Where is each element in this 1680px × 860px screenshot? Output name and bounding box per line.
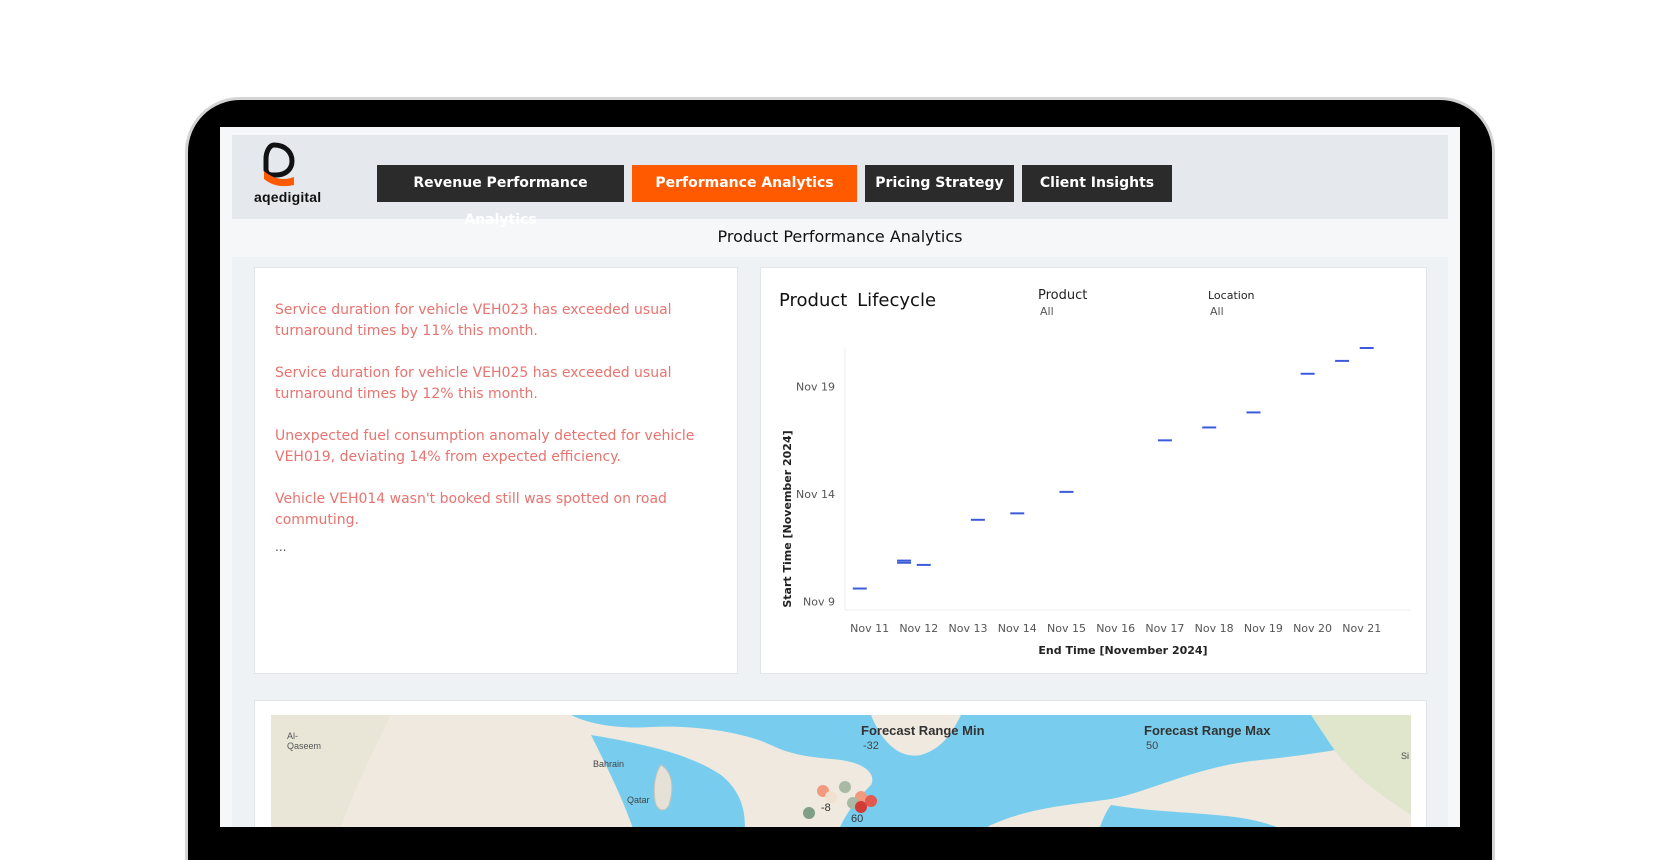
tab-client-insights[interactable]: Client Insights [1022,165,1172,202]
x-tick-label: Nov 15 [1047,622,1086,635]
map-marker[interactable] [803,807,815,819]
place-label: Bahrain [593,759,625,769]
marker-label: 60 [851,813,864,825]
alert-item: Unexpected fuel consumption anomaly dete… [275,428,695,465]
forecast-min-value: -32 [863,740,879,752]
y-tick-label: Nov 14 [796,488,835,501]
x-tick-label: Nov 17 [1145,622,1184,635]
marker-label: -8 [821,802,831,814]
alert-item: Service duration for vehicle VEH023 has … [275,302,672,339]
x-tick-label: Nov 12 [899,622,938,635]
map-marker[interactable] [855,801,867,813]
y-axis-label: Start Time [November 2024] [781,430,794,607]
alerts-more-indicator[interactable]: ... [275,540,286,554]
place-label: Al-Qaseem [287,731,322,751]
place-label: Qatar [627,795,650,805]
x-tick-label: Nov 18 [1195,622,1234,635]
forecast-map-panel: Al-Qaseem Bahrain Qatar Si Forecast Rang… [254,700,1427,827]
forecast-max-label: Forecast Range Max [1144,723,1271,738]
x-axis-label: End Time [November 2024] [1038,644,1207,657]
lifecycle-scatter-chart: Nov 9 Nov 14 Nov 19 Nov 11 Nov 12 Nov 13 Nov 1… [781,347,1411,657]
x-tick-label: Nov 16 [1096,622,1135,635]
x-tick-label: Nov 13 [949,622,988,635]
top-navigation-bar: aqedigital Revenue Performance Analytics… [232,135,1448,228]
place-label: Si [1401,751,1410,761]
product-lifecycle-panel: Product Lifecycle Product All Location A… [760,267,1427,674]
forecast-min-label: Forecast Range Min [861,723,985,738]
y-tick-label: Nov 9 [803,595,835,608]
map-marker[interactable] [839,781,851,793]
x-tick-label: Nov 19 [1244,622,1283,635]
x-tick-label: Nov 20 [1293,622,1332,635]
dashboard-screen: aqedigital Revenue Performance Analytics… [220,127,1460,827]
alert-item: Service duration for vehicle VEH025 has … [275,365,672,402]
alerts-panel: Service duration for vehicle VEH023 has … [254,267,738,674]
x-tick-label: Nov 11 [850,622,889,635]
tab-revenue-performance-analytics[interactable]: Revenue Performance Analytics [377,165,624,228]
forecast-map[interactable]: Al-Qaseem Bahrain Qatar Si Forecast Rang… [271,715,1411,827]
page-title: Product Performance Analytics [717,227,963,246]
x-tick-label: Nov 14 [998,622,1037,635]
x-tick-label: Nov 21 [1342,622,1381,635]
logo-wordmark: aqedigital [254,189,322,205]
y-tick-label: Nov 19 [796,381,835,394]
forecast-max-value: 50 [1146,740,1159,752]
tab-performance-analytics[interactable]: Performance Analytics [632,165,857,202]
alert-item: Vehicle VEH014 wasn't booked still was s… [275,491,667,528]
tab-pricing-strategy[interactable]: Pricing Strategy [865,165,1014,202]
map-marker[interactable] [865,795,877,807]
